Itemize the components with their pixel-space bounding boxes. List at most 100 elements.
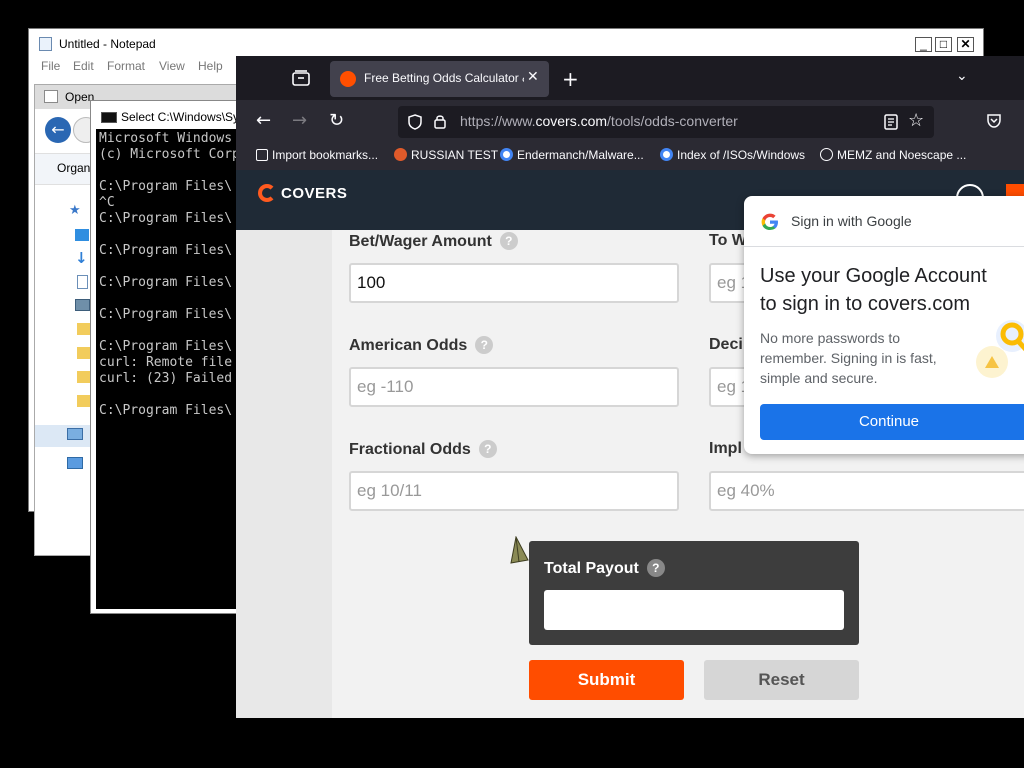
folder-icon[interactable]: [77, 371, 91, 383]
bookmark-endermanch[interactable]: Endermanch/Malware...: [500, 148, 644, 162]
bookmark-isos[interactable]: Index of /ISOs/Windows: [660, 148, 805, 162]
pocket-icon[interactable]: [986, 113, 1002, 129]
to-win-label: To W: [709, 232, 747, 249]
headphones-icon: [394, 148, 407, 161]
maximize-button[interactable]: □: [935, 37, 952, 52]
fractional-odds-label: Fractional Odds?: [349, 440, 497, 459]
american-odds-input[interactable]: eg -110: [349, 367, 679, 407]
key-illustration-icon: [976, 320, 1024, 378]
help-icon[interactable]: ?: [646, 559, 665, 577]
cmd-line: C:\Program Files\: [99, 275, 233, 290]
help-icon[interactable]: ?: [478, 440, 497, 458]
pictures-icon[interactable]: [75, 299, 90, 311]
tab-close-icon[interactable]: ✕: [527, 69, 539, 85]
bookmark-label: Index of /ISOs/Windows: [677, 148, 806, 162]
fractional-odds-input[interactable]: eg 10/11: [349, 471, 679, 511]
total-payout-label-text: Total Payout: [544, 560, 639, 577]
shield-icon[interactable]: [408, 114, 422, 130]
reader-view-icon[interactable]: [884, 114, 898, 130]
globe-icon: [820, 148, 833, 161]
cmd-titlebar[interactable]: Select C:\Windows\Sy: [91, 101, 239, 129]
site-logo[interactable]: COVERS: [281, 185, 347, 202]
folder-icon[interactable]: [77, 347, 91, 359]
divider: [744, 246, 1024, 247]
forward-arrow-icon[interactable]: →: [292, 110, 307, 131]
notepad-titlebar[interactable]: Untitled - Notepad _ □ ✕: [29, 29, 983, 59]
american-odds-label: American Odds?: [349, 336, 494, 355]
cmd-line: C:\Program Files\: [99, 307, 233, 322]
cmd-line: ^C: [99, 195, 115, 210]
cursor-icon: [510, 536, 529, 564]
reset-button[interactable]: Reset: [704, 660, 859, 700]
cmd-console-output[interactable]: Microsoft Windows (c) Microsoft Corp C:\…: [96, 129, 236, 609]
bookmark-memz[interactable]: MEMZ and Noescape ...: [820, 148, 966, 162]
tab-covers[interactable]: Free Betting Odds Calculator & ✕: [330, 61, 549, 97]
documents-icon[interactable]: [77, 275, 88, 289]
desktop-folder-icon[interactable]: [75, 229, 89, 241]
cmd-line: (c) Microsoft Corp: [99, 147, 236, 162]
implied-probability-input[interactable]: eg 40%: [709, 471, 1024, 511]
continue-button[interactable]: Continue: [760, 404, 1024, 440]
network-icon[interactable]: [67, 457, 83, 469]
decimal-odds-label: Deci: [709, 336, 743, 353]
bookmarks-toolbar: Import bookmarks... RUSSIAN TEST Enderma…: [236, 144, 1024, 170]
tab-title: Free Betting Odds Calculator &: [364, 71, 524, 85]
lock-icon[interactable]: [434, 114, 446, 129]
google-logo-icon: [761, 213, 778, 230]
covers-favicon-icon: [340, 71, 356, 87]
cmd-line: curl: Remote file: [99, 355, 233, 370]
navigation-bar: ← → ↻ https://www.covers.com/tools/odds-…: [236, 100, 1024, 144]
bookmark-russian-test[interactable]: RUSSIAN TEST: [394, 148, 498, 162]
menu-help[interactable]: Help: [198, 59, 223, 73]
help-icon[interactable]: ?: [499, 232, 518, 250]
cmd-line: C:\Program Files\: [99, 211, 233, 226]
bookmark-label: RUSSIAN TEST: [411, 148, 499, 162]
this-pc-icon[interactable]: [67, 428, 83, 440]
bet-amount-input[interactable]: 100: [349, 263, 679, 303]
folder-icon[interactable]: [77, 395, 91, 407]
implied-probability-label: Impl: [709, 440, 742, 457]
minimize-button[interactable]: _: [915, 37, 932, 52]
total-payout-label: Total Payout?: [544, 559, 665, 578]
selected-tree-item[interactable]: [35, 425, 95, 447]
help-icon[interactable]: ?: [475, 336, 494, 354]
bet-amount-label: Bet/Wager Amount?: [349, 232, 518, 251]
covers-logo-icon[interactable]: [258, 184, 276, 202]
url-domain: covers.com: [535, 113, 608, 129]
reload-icon[interactable]: ↻: [329, 110, 344, 131]
back-arrow-icon[interactable]: ←: [256, 110, 271, 131]
firefox-window: Free Betting Odds Calculator & ✕ + ⌄ ← →…: [236, 56, 1024, 718]
notepad-icon: [39, 37, 52, 51]
downloads-arrow-icon[interactable]: ↓: [75, 249, 88, 267]
google-signin-popup: Sign in with Google Use your Google Acco…: [744, 196, 1024, 454]
new-tab-button[interactable]: +: [562, 67, 579, 91]
quick-access-star-icon[interactable]: ★: [69, 203, 81, 218]
cmd-line: C:\Program Files\: [99, 243, 233, 258]
american-odds-label-text: American Odds: [349, 337, 468, 354]
google-icon: [500, 148, 513, 161]
close-button[interactable]: ✕: [957, 37, 974, 52]
menu-edit[interactable]: Edit: [73, 59, 94, 73]
folder-icon[interactable]: [77, 323, 91, 335]
address-bar[interactable]: https://www.covers.com/tools/odds-conver…: [398, 106, 934, 138]
cmd-line: curl: (23) Failed: [99, 371, 233, 386]
chevron-down-icon[interactable]: ⌄: [956, 68, 968, 84]
back-arrow-icon[interactable]: ←: [45, 117, 71, 143]
fractional-odds-label-text: Fractional Odds: [349, 441, 471, 458]
tab-bar: Free Betting Odds Calculator & ✕ + ⌄: [236, 56, 1024, 100]
menu-view[interactable]: View: [159, 59, 185, 73]
google-icon: [660, 148, 673, 161]
cmd-icon: [101, 112, 117, 123]
import-icon: [256, 149, 268, 161]
bookmark-label: Endermanch/Malware...: [517, 148, 644, 162]
menu-file[interactable]: File: [41, 59, 60, 73]
submit-button[interactable]: Submit: [529, 660, 684, 700]
menu-format[interactable]: Format: [107, 59, 145, 73]
bet-amount-label-text: Bet/Wager Amount: [349, 233, 492, 250]
bookmark-label: MEMZ and Noescape ...: [837, 148, 967, 162]
bookmark-star-icon[interactable]: ☆: [908, 110, 924, 131]
bookmark-import[interactable]: Import bookmarks...: [256, 148, 378, 162]
organize-button[interactable]: Organ: [57, 161, 90, 175]
total-payout-panel: Total Payout?: [529, 541, 859, 645]
firefox-view-icon[interactable]: [292, 70, 310, 86]
